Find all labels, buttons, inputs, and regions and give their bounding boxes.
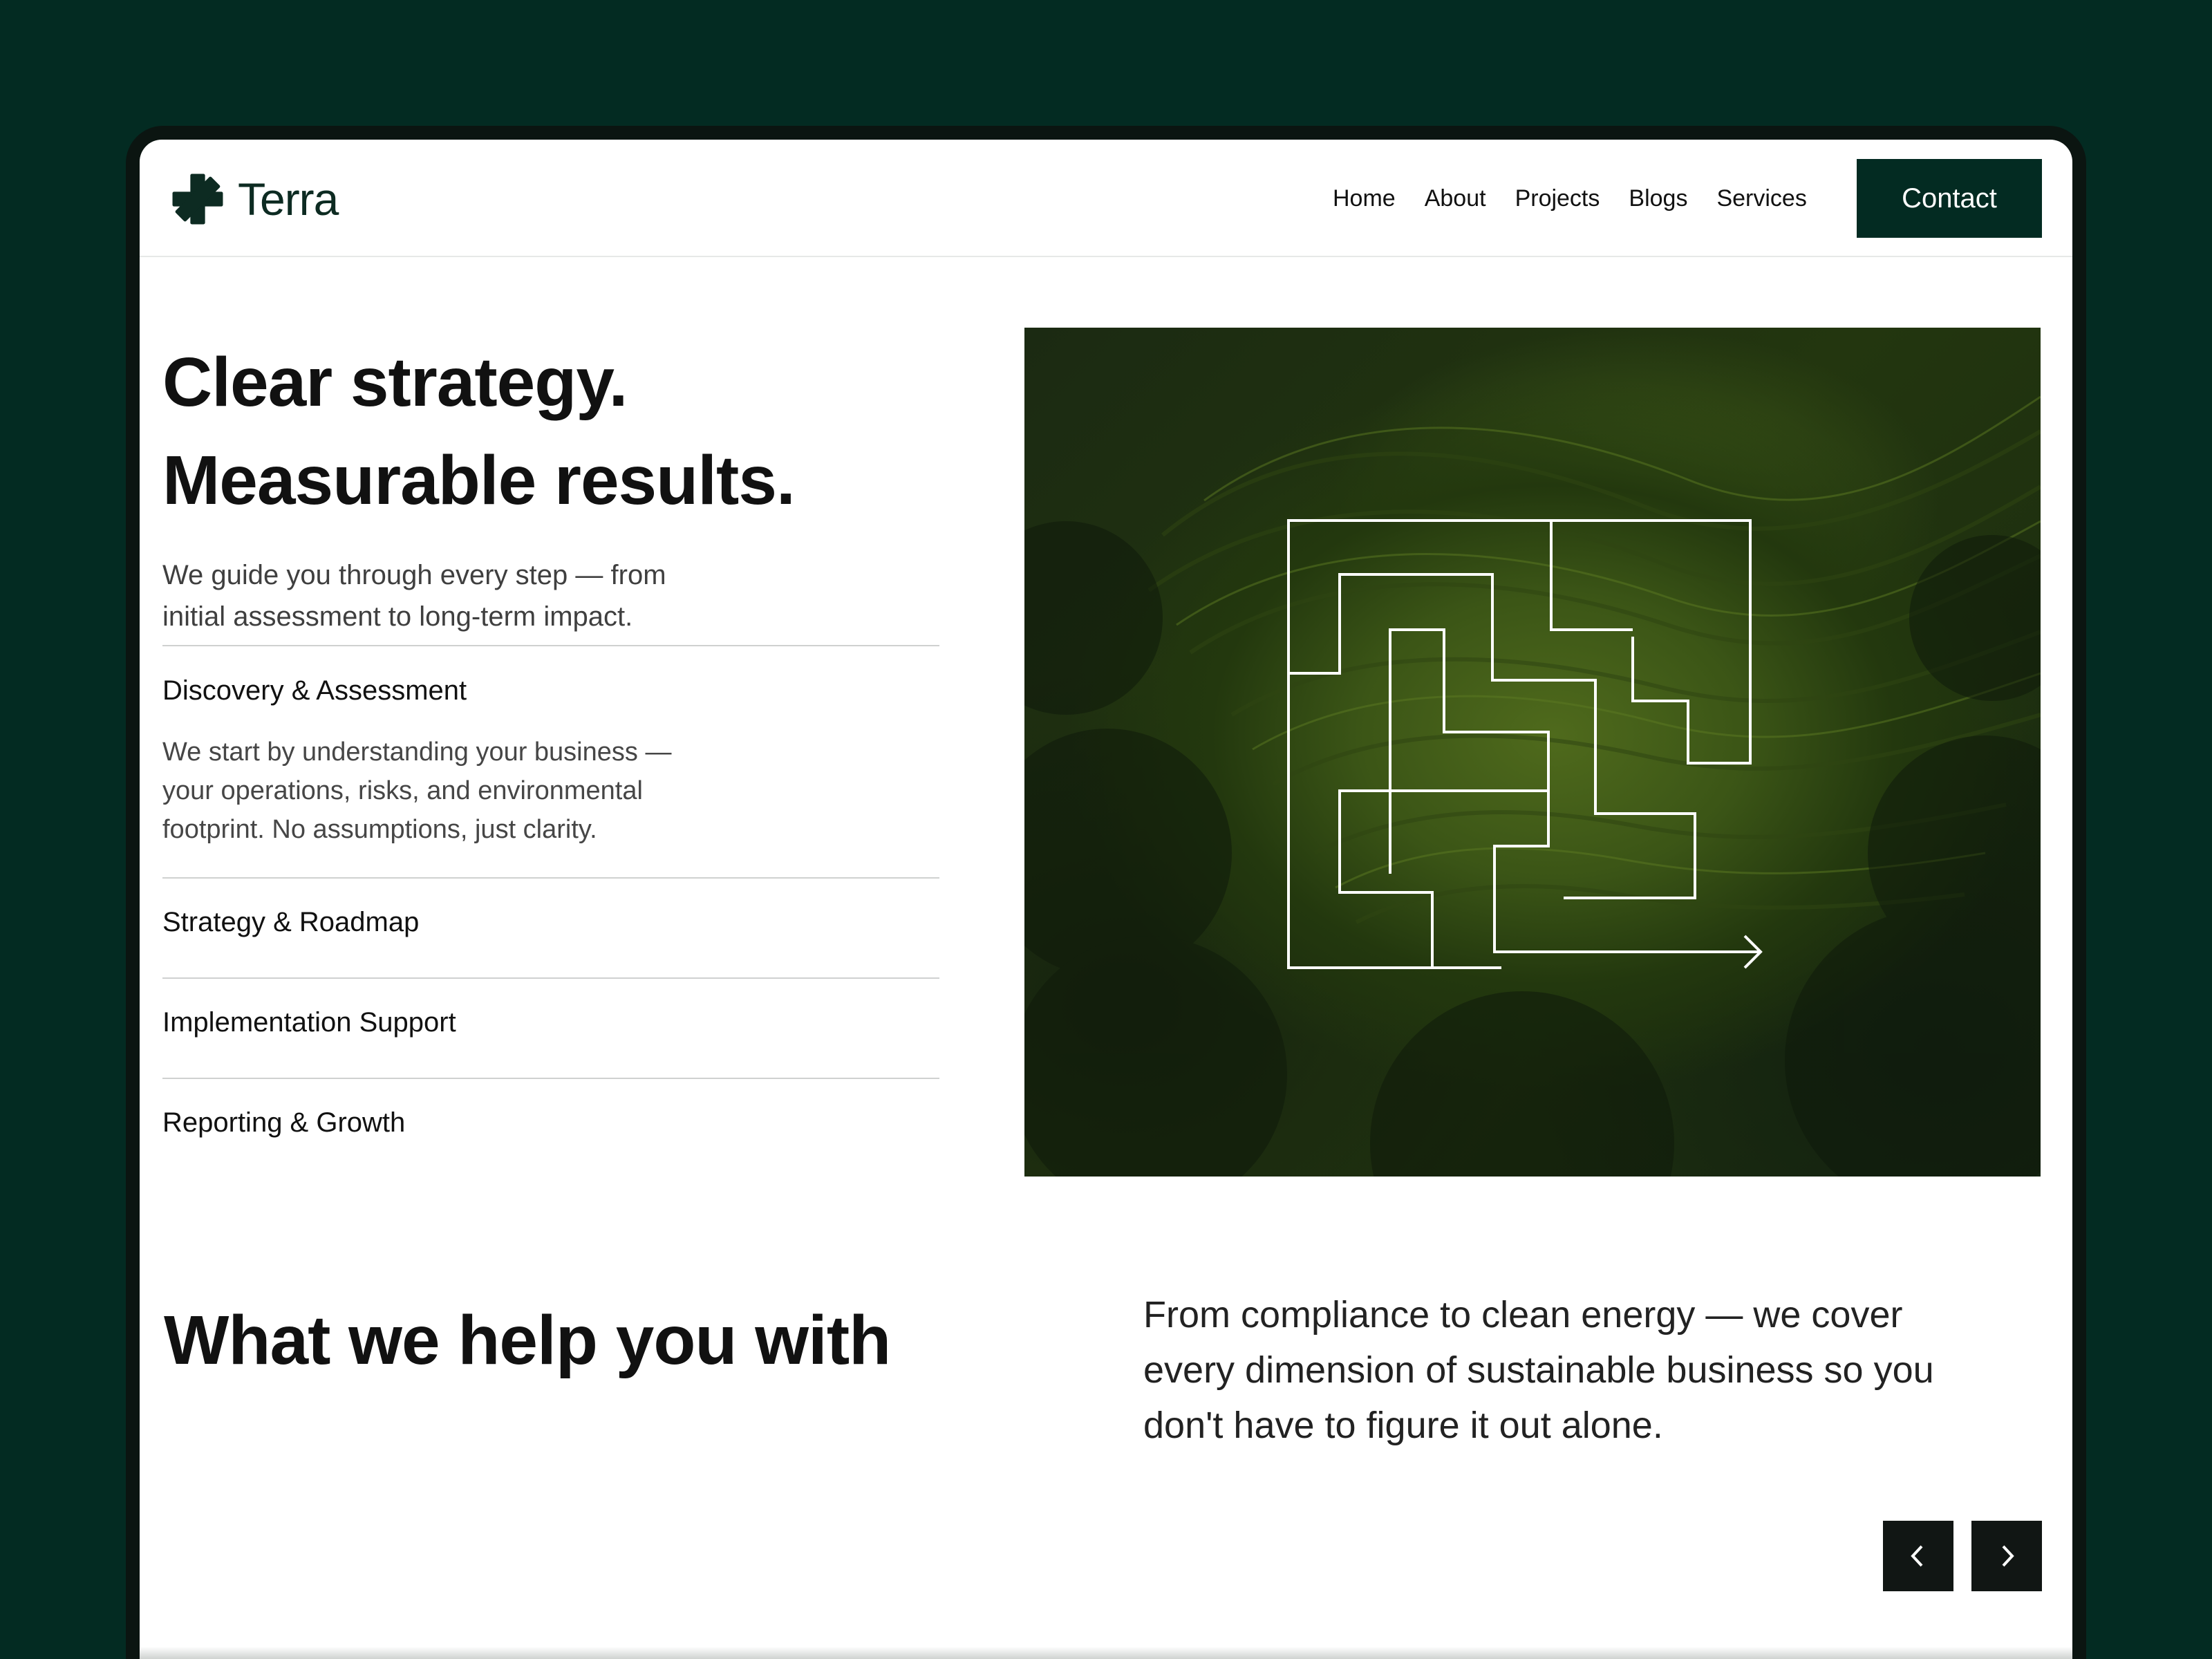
asterisk-logo-icon — [172, 174, 223, 225]
nav-about[interactable]: About — [1425, 181, 1486, 216]
browser-screen: Terra Home About Projects Blogs Services… — [140, 140, 2072, 1659]
brand-logo[interactable]: Terra — [171, 171, 339, 227]
services-desc-line3: don't have to figure it out alone. — [1143, 1405, 1663, 1446]
nav-home[interactable]: Home — [1333, 181, 1396, 216]
services-description: From compliance to clean energy — we cov… — [1143, 1287, 1994, 1453]
carousel-prev-button[interactable] — [1883, 1521, 1953, 1591]
hero-title-line1: Clear strategy. — [162, 344, 628, 421]
nav-services[interactable]: Services — [1716, 181, 1806, 216]
discovery-desc-line2: your operations, risks, and environmenta… — [162, 776, 643, 805]
services-desc-line2: every dimension of sustainable business … — [1143, 1349, 1934, 1391]
accordion-item-discovery-desc: We start by understanding your business … — [162, 733, 771, 849]
main-nav: Home About Projects Blogs Services — [1333, 181, 1836, 216]
chevron-left-icon — [1911, 1545, 1923, 1567]
hero-title-line2: Measurable results. — [162, 442, 796, 519]
carousel-next-button[interactable] — [1971, 1521, 2042, 1591]
accordion-item-discovery[interactable]: Discovery & Assessment — [162, 675, 467, 706]
nav-blogs[interactable]: Blogs — [1629, 181, 1687, 216]
chevron-right-icon — [2002, 1545, 2014, 1567]
services-desc-line1: From compliance to clean energy — we cov… — [1143, 1294, 1903, 1335]
brand-name: Terra — [238, 174, 339, 225]
site-header: Terra Home About Projects Blogs Services… — [140, 140, 2072, 257]
accordion-divider — [162, 645, 939, 646]
accordion-item-strategy[interactable]: Strategy & Roadmap — [162, 907, 419, 938]
accordion-item-implementation[interactable]: Implementation Support — [162, 1007, 456, 1038]
services-title: What we help you with — [164, 1302, 891, 1379]
accordion-divider — [162, 877, 939, 879]
hero-subtitle: We guide you through every step — from i… — [162, 554, 785, 637]
bottom-fade-overlay — [140, 1647, 2072, 1659]
hero-subtitle-line2: initial assessment to long-term impact. — [162, 601, 633, 632]
accordion-divider — [162, 1078, 939, 1079]
discovery-desc-line1: We start by understanding your business … — [162, 738, 672, 767]
hero-image-terraced-fields — [1024, 328, 2041, 1177]
accordion-divider — [162, 977, 939, 979]
accordion-item-reporting[interactable]: Reporting & Growth — [162, 1107, 405, 1138]
nav-projects[interactable]: Projects — [1515, 181, 1600, 216]
contact-button[interactable]: Contact — [1857, 159, 2042, 238]
discovery-desc-line3: footprint. No assumptions, just clarity. — [162, 815, 597, 844]
terrace-maze-illustration — [1024, 395, 2041, 1177]
hero-title: Clear strategy. Measurable results. — [162, 333, 1061, 529]
hero-subtitle-line1: We guide you through every step — from — [162, 560, 666, 590]
